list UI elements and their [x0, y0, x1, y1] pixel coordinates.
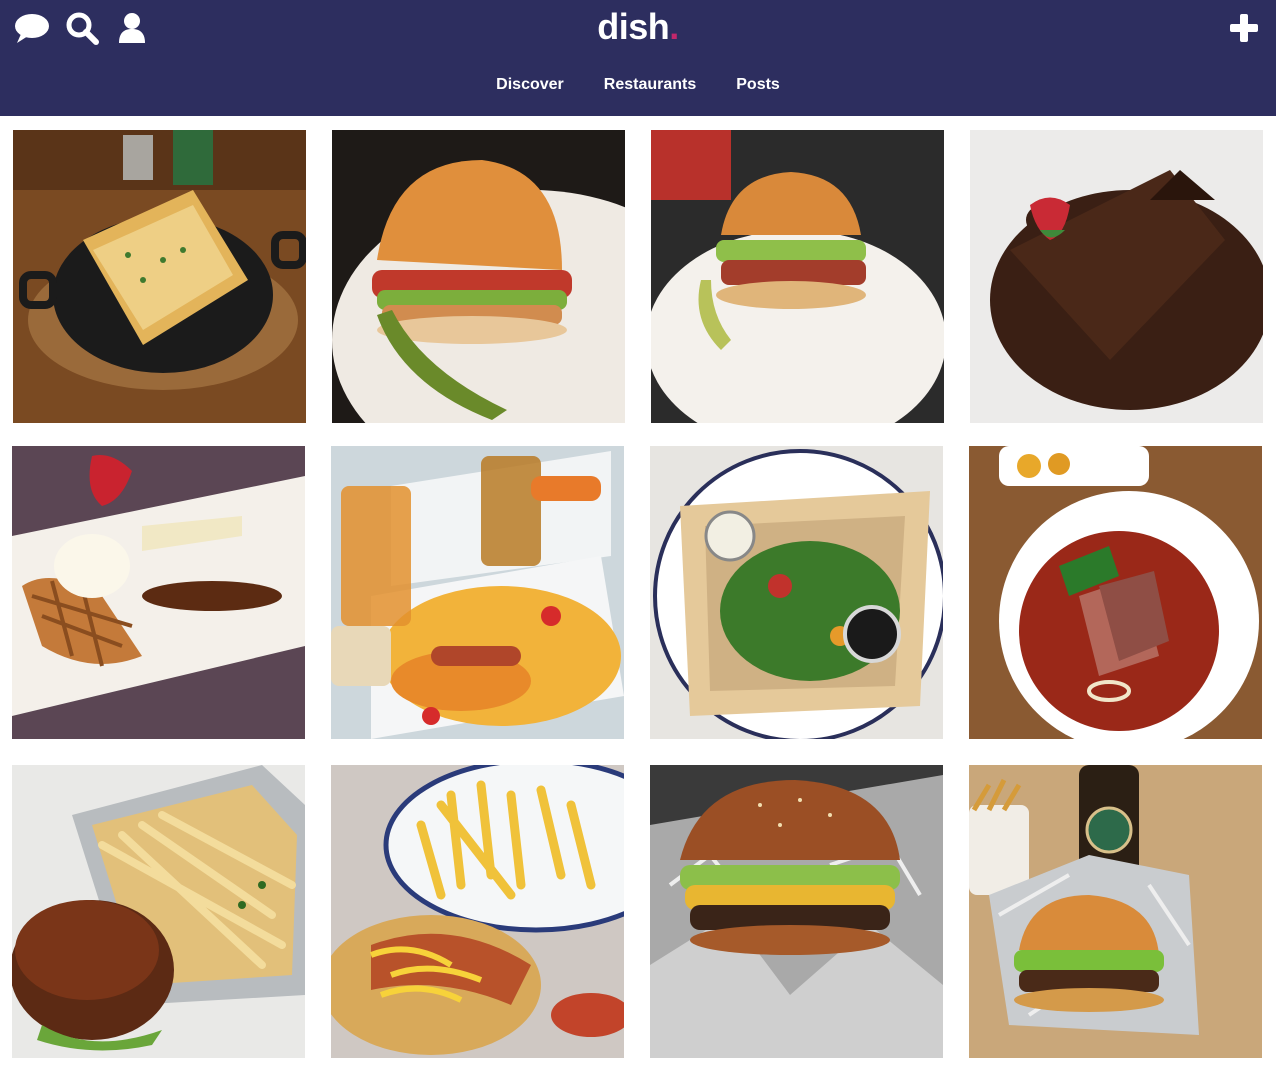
- plus-icon[interactable]: [1226, 10, 1262, 46]
- nav-restaurants[interactable]: Restaurants: [604, 76, 696, 94]
- food-photo-chocolate-cake[interactable]: [970, 130, 1263, 423]
- food-photo-duck-breast[interactable]: [969, 446, 1262, 739]
- food-photo-fries-hotdog[interactable]: [331, 765, 624, 1058]
- main-nav: Discover Restaurants Posts: [0, 76, 1276, 94]
- nav-discover[interactable]: Discover: [496, 76, 564, 94]
- food-photo-burger-pickle[interactable]: [332, 130, 625, 423]
- food-photo-burger-fries-tray[interactable]: [12, 765, 305, 1058]
- food-photo-burger-foil[interactable]: [650, 765, 943, 1058]
- food-photo-flatbread-salad[interactable]: [650, 446, 943, 739]
- nav-posts[interactable]: Posts: [736, 76, 780, 94]
- food-photo-skillet[interactable]: [13, 130, 306, 423]
- top-bar: dish. Discover Restaurants Posts: [0, 0, 1276, 116]
- logo-text: dish: [597, 6, 670, 47]
- food-photo-burger-beer[interactable]: [969, 765, 1262, 1058]
- logo-dot: .: [669, 6, 679, 47]
- food-photo-waffle-icecream[interactable]: [12, 446, 305, 739]
- app-logo[interactable]: dish.: [0, 6, 1276, 48]
- food-photo-bacon-burger[interactable]: [651, 130, 944, 423]
- food-photo-pancakes-drinks[interactable]: [331, 446, 624, 739]
